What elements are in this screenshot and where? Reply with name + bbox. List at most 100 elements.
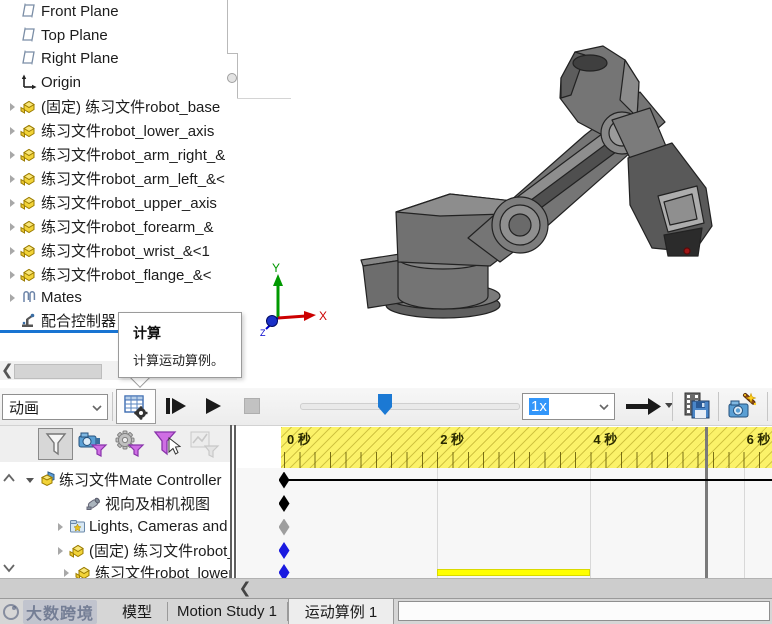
tree-item-label: 练习文件robot_wrist_&<1 [41, 243, 210, 260]
expand-icon[interactable] [26, 475, 36, 485]
animation-wizard-icon [728, 392, 757, 418]
feature-tree-item[interactable]: Front Plane [0, 0, 237, 23]
study-type-value: 动画 [9, 399, 40, 417]
playback-mode-button[interactable] [624, 392, 664, 420]
feature-tree-item[interactable]: 练习文件robot_lower_axis [0, 119, 237, 142]
tab-motion-study-1[interactable]: Motion Study 1 [168, 599, 286, 624]
motion-tree-item[interactable]: Lights, Cameras and Scene [0, 515, 230, 538]
motionmanager-toolbar: 动画 1x [0, 388, 772, 426]
motion-tree-item[interactable]: (固定) 练习文件robot_base [0, 539, 230, 562]
stop-button[interactable] [241, 392, 263, 420]
scroll-left-icon[interactable]: ❮ [1, 361, 14, 380]
expand-icon[interactable] [56, 546, 66, 556]
timeline-horizontal-scrollbar[interactable]: ❮ [0, 578, 772, 598]
slider-handle[interactable] [378, 394, 393, 415]
watermark-icon [3, 603, 19, 620]
tooltip-title: 计算 [133, 325, 161, 341]
calculate-tooltip: 计算 计算运动算例。 [118, 312, 242, 378]
motion-tree-item[interactable]: 练习文件robot_lower_axis [0, 561, 230, 578]
scrollbar-thumb[interactable] [14, 364, 102, 379]
playback-speed-slider[interactable] [300, 403, 520, 410]
ruler-time-label: 2 秒 [440, 432, 465, 447]
feature-tree-item[interactable]: 练习文件robot_arm_right_& [0, 143, 237, 166]
panel-splitter[interactable] [230, 425, 232, 578]
timeline-ruler[interactable]: 0 秒 2 秒 4 秒 6 秒 [281, 427, 772, 468]
part-icon [20, 122, 37, 139]
tree-item-label: 练习文件robot_arm_right_& [41, 147, 226, 164]
solidworks-motion-study-window: Y X Z Front Plane Top Plane Right Plane Ori… [0, 0, 772, 624]
filter-results-button[interactable] [187, 428, 222, 460]
feature-tree-item[interactable]: Right Plane [0, 47, 237, 70]
filter-driving-button[interactable] [112, 428, 147, 460]
animation-end-marker[interactable] [705, 427, 709, 578]
timeline-body[interactable] [237, 468, 772, 578]
expand-icon[interactable] [8, 126, 18, 136]
tree-item-label: Front Plane [41, 3, 119, 20]
feature-tree-item[interactable]: Origin [0, 71, 237, 94]
study-type-combo[interactable]: 动画 [2, 394, 108, 420]
part-icon [20, 194, 37, 211]
filter-selected-button[interactable] [149, 428, 184, 460]
motion-tree-label: Lights, Cameras and Scene [89, 518, 230, 535]
ruler-time-label: 4 秒 [593, 432, 618, 447]
key-duration-line [284, 479, 772, 481]
expand-icon[interactable] [8, 293, 18, 303]
motion-tree-label: 练习文件Mate Controller [59, 472, 222, 489]
watermark-text: 大数跨境 [23, 599, 98, 624]
view-orientation-icon [85, 495, 102, 512]
triad-y-label: Y [272, 261, 280, 275]
expand-icon[interactable] [56, 522, 66, 532]
tooltip-description: 计算运动算例。 [133, 353, 225, 368]
chevron-down-icon [598, 398, 614, 415]
panel-splitter[interactable] [234, 425, 236, 578]
expand-icon[interactable] [8, 150, 18, 160]
mate-controller-icon [20, 312, 37, 329]
motion-tree-item[interactable]: 练习文件Mate Controller [0, 468, 230, 491]
expand-icon[interactable] [8, 198, 18, 208]
tab-strip-empty-area [398, 601, 770, 621]
expand-icon[interactable] [62, 568, 72, 578]
tree-item-label: 练习文件robot_forearm_& [41, 219, 214, 236]
tree-item-label: (固定) 练习文件robot_base [41, 99, 221, 116]
feature-tree-item[interactable]: 练习文件robot_forearm_& [0, 215, 237, 238]
tab-model[interactable]: 模型 [108, 599, 166, 624]
filter-animated-button[interactable] [75, 428, 110, 460]
stop-icon [244, 398, 260, 414]
scroll-left-icon[interactable]: ❮ [238, 580, 252, 598]
expand-icon[interactable] [8, 174, 18, 184]
timebar-highlight[interactable] [437, 568, 591, 576]
part-icon [20, 170, 37, 187]
speed-combo[interactable]: 1x [522, 393, 615, 420]
camera-funnel-icon [78, 432, 107, 457]
save-animation-button[interactable] [678, 390, 716, 422]
expand-icon[interactable] [8, 246, 18, 256]
play-from-start-button[interactable] [160, 392, 192, 420]
filter-all-button[interactable] [38, 428, 73, 460]
funnel-icon [45, 433, 66, 456]
motion-tree-item[interactable]: 视向及相机视图 [0, 492, 230, 515]
save-animation-icon [684, 392, 710, 419]
play-button[interactable] [197, 392, 229, 420]
tab-motion-study-cn-1[interactable]: 运动算例 1 [288, 599, 394, 624]
feature-tree-item[interactable]: Mates [0, 286, 237, 309]
animation-wizard-button[interactable] [723, 390, 763, 422]
feature-tree-item[interactable]: (固定) 练习文件robot_base [0, 95, 237, 118]
calculate-button[interactable] [116, 389, 156, 424]
feature-tree-item[interactable]: 练习文件robot_arm_left_&< [0, 167, 237, 190]
plane-icon [20, 3, 37, 20]
motion-tree-label: (固定) 练习文件robot_base [89, 543, 230, 560]
toolbar-separator [767, 392, 768, 421]
expand-icon[interactable] [8, 222, 18, 232]
expand-icon[interactable] [8, 270, 18, 280]
part-icon [20, 242, 37, 259]
plane-icon [20, 50, 37, 67]
speed-value: 1x [529, 398, 549, 415]
feature-tree-item[interactable]: 练习文件robot_upper_axis [0, 191, 237, 214]
chart-funnel-icon [190, 431, 219, 458]
feature-tree-item[interactable]: 练习文件robot_flange_&< [0, 263, 237, 286]
expand-icon[interactable] [8, 102, 18, 112]
feature-tree-item[interactable]: 练习文件robot_wrist_&<1 [0, 239, 237, 262]
document-tab-bar: 大数跨境 模型 Motion Study 1 运动算例 1 [0, 598, 772, 624]
feature-tree-item[interactable]: Top Plane [0, 24, 237, 47]
timeline-area[interactable]: 0 秒 2 秒 4 秒 6 秒 [237, 425, 772, 578]
